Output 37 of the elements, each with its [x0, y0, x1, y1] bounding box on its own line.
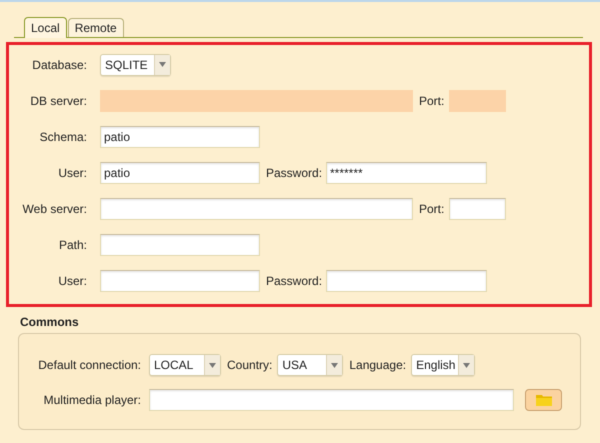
caret-icon: [463, 362, 470, 368]
tab[interactable]: Remote: [68, 18, 124, 37]
field-label: Database:: [31, 58, 87, 72]
password-field[interactable]: *******: [326, 162, 487, 184]
field-label: Multimedia player:: [42, 393, 141, 407]
field-label: Web server:: [22, 202, 87, 216]
password-field[interactable]: [326, 270, 487, 292]
multimedia-player-field[interactable]: [149, 389, 514, 411]
field-label: Password:: [266, 166, 321, 180]
web-server-field[interactable]: [100, 198, 413, 220]
field-label: User:: [57, 166, 87, 180]
field-label: Port:: [419, 94, 444, 108]
user-field[interactable]: [100, 270, 260, 292]
section-title: Commons: [20, 315, 80, 329]
field-label: Language:: [349, 358, 406, 372]
path-field[interactable]: [100, 234, 260, 256]
browse-button[interactable]: [525, 389, 562, 411]
folder-icon: [536, 394, 552, 406]
caret-icon: [159, 62, 166, 67]
field-label: Country:: [227, 358, 272, 372]
field-label: Schema:: [38, 130, 87, 144]
field-label: Default connection:: [37, 358, 141, 372]
field-label: Password:: [266, 274, 321, 288]
field-label: User:: [57, 274, 87, 288]
country-dropdown[interactable]: USA: [277, 354, 344, 376]
user-field[interactable]: patio: [100, 162, 260, 184]
caret-icon: [331, 362, 338, 368]
caret-icon: [209, 362, 216, 368]
field-label: DB server:: [29, 94, 87, 108]
port-field[interactable]: [449, 198, 506, 220]
schema-field[interactable]: patio: [100, 126, 260, 148]
connection-dropdown[interactable]: LOCAL: [149, 354, 221, 376]
field-label: Path:: [58, 238, 87, 252]
field-label: Port:: [419, 202, 444, 216]
database-dropdown[interactable]: SQLITE: [100, 54, 171, 76]
tab[interactable]: Local: [24, 17, 67, 38]
language-dropdown[interactable]: English: [411, 354, 476, 376]
